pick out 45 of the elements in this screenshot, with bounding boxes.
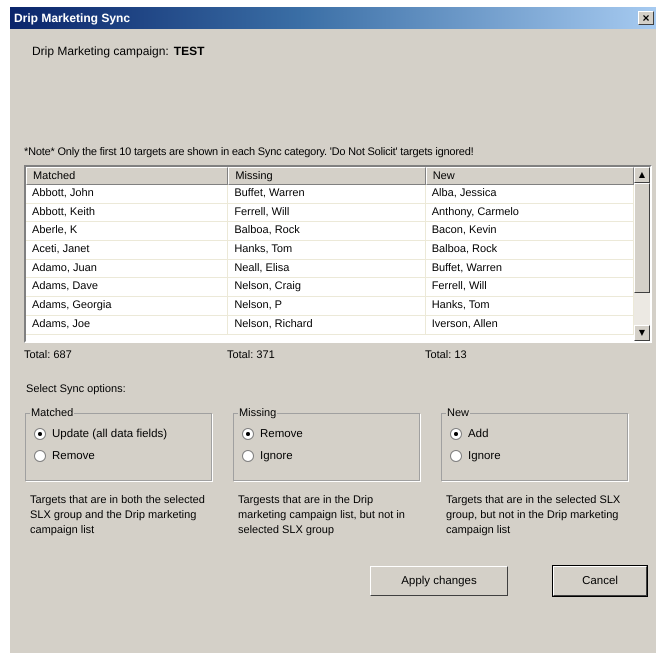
table-cell: Nelson, Richard: [228, 316, 426, 334]
sync-options-label: Select Sync options:: [26, 383, 127, 395]
table-cell: Abbott, Keith: [26, 204, 228, 222]
apply-button[interactable]: Apply changes: [370, 566, 508, 596]
table-cell: Nelson, P: [228, 297, 426, 315]
group-title: Missing: [238, 407, 278, 419]
group-description: Targets that are in the selected SLX group, but not in the Drip marketing campaign list: [445, 493, 622, 538]
radio-option[interactable]: Remove: [242, 423, 411, 445]
radio-option[interactable]: Remove: [34, 445, 203, 467]
group-title: New: [446, 407, 470, 419]
campaign-label: Drip Marketing campaign:: [32, 44, 169, 58]
scroll-up-button[interactable]: ▲: [634, 167, 650, 183]
column-header[interactable]: Missing: [228, 167, 426, 185]
close-button[interactable]: ×: [638, 11, 654, 25]
table-cell: Abbott, John: [26, 185, 228, 203]
group-title: Matched: [30, 407, 74, 419]
campaign-name: TEST: [174, 44, 204, 58]
table-cell: Nelson, Craig: [228, 278, 426, 296]
group-description: Targets that are in both the selected SLX group and the Drip marketing campaign list: [29, 493, 206, 538]
table-cell: Adamo, Juan: [26, 260, 228, 278]
table-cell: Neall, Elisa: [228, 260, 426, 278]
table-cell: Buffet, Warren: [228, 185, 426, 203]
table-cell: Hanks, Tom: [228, 241, 426, 259]
table-cell: Aberle, K: [26, 222, 228, 240]
table-cell: Aceti, Janet: [26, 241, 228, 259]
total-label: Total: 371: [227, 349, 276, 361]
total-label: Total: 13: [425, 349, 468, 361]
table-cell: Balboa, Rock: [228, 222, 426, 240]
radio-option[interactable]: Ignore: [450, 445, 619, 467]
radio-option[interactable]: Update (all data fields): [34, 423, 203, 445]
window-title: Drip Marketing Sync: [14, 11, 130, 25]
scroll-thumb[interactable]: [634, 183, 650, 293]
column-header[interactable]: New: [426, 167, 634, 185]
note-text: *Note* Only the first 10 targets are shown in each Sync category. 'Do Not Solicit' targets ignored!: [24, 146, 474, 158]
radio-option[interactable]: Add: [450, 423, 619, 445]
radio-option[interactable]: Ignore: [242, 445, 411, 467]
scroll-down-button[interactable]: ▼: [634, 325, 650, 341]
column-header[interactable]: Matched: [26, 167, 228, 185]
cancel-button[interactable]: Cancel: [553, 566, 647, 596]
table-cell: Adams, Dave: [26, 278, 228, 296]
table-cell: Ferrell, Will: [228, 204, 426, 222]
total-label: Total: 687: [24, 349, 73, 361]
table-cell: Adams, Joe: [26, 316, 228, 334]
table-cell: Adams, Georgia: [26, 297, 228, 315]
group-description: Targests that are in the Drip marketing campaign list, but not in selected SLX group: [237, 493, 406, 538]
